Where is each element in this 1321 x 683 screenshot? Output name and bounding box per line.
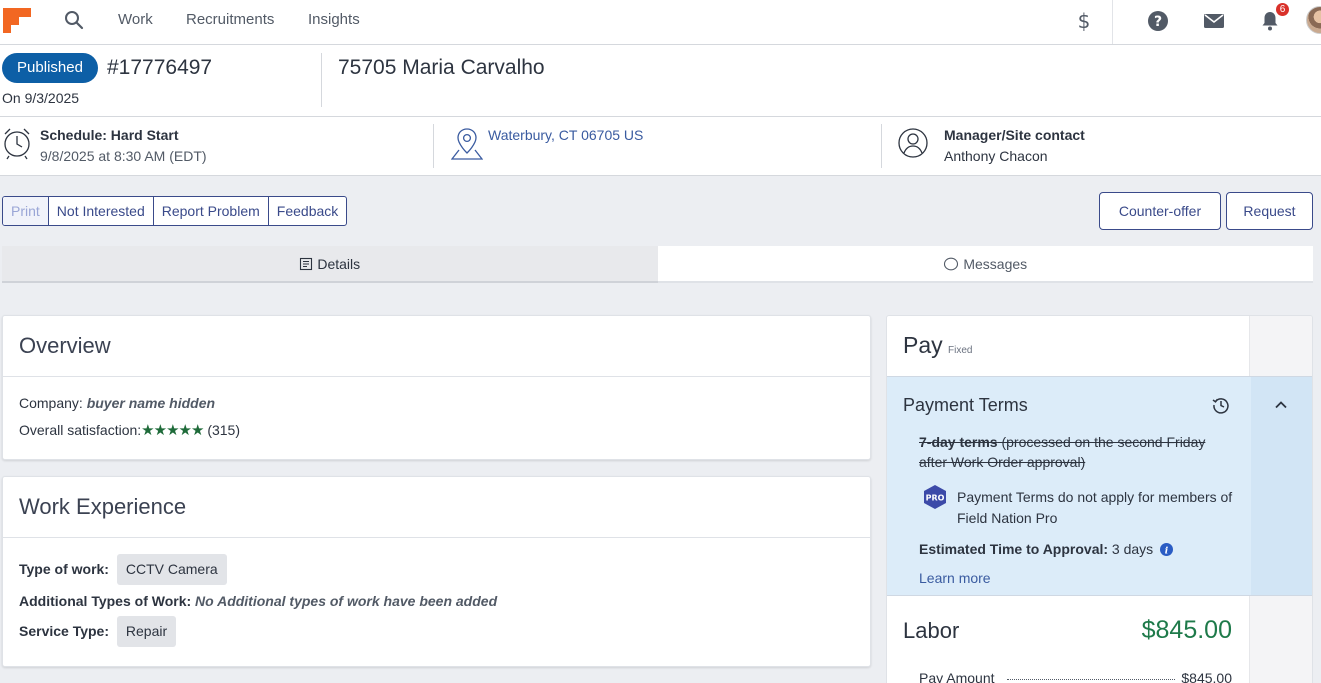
contact-title: Manager/Site contact [944, 127, 1085, 143]
report-problem-button[interactable]: Report Problem [154, 197, 269, 225]
avatar[interactable] [1306, 6, 1321, 34]
info-divider [881, 124, 882, 168]
additional-types-line: Additional Types of Work: No Additional … [19, 593, 497, 609]
pro-badge-icon: PRO [924, 485, 946, 509]
header-divider [321, 53, 322, 107]
type-of-work-line: Type of work: CCTV Camera [19, 554, 227, 585]
print-button[interactable]: Print [3, 197, 49, 225]
published-date: On 9/3/2025 [2, 90, 80, 106]
satisfaction-label: Overall satisfaction: [19, 422, 142, 438]
counter-offer-button[interactable]: Counter-offer [1099, 192, 1221, 230]
tab-messages[interactable]: Messages [657, 246, 1313, 283]
card-divider [3, 537, 870, 538]
company-value: buyer name hidden [86, 395, 216, 411]
schedule-title: Schedule: Hard Start [40, 127, 179, 143]
logo-icon[interactable] [3, 6, 31, 34]
tab-details-label: Details [317, 255, 361, 272]
person-icon [898, 128, 928, 158]
work-experience-title: Work Experience [19, 494, 187, 519]
overview-card: Overview Company: buyer name hidden Over… [2, 315, 871, 460]
overview-title: Overview [19, 333, 111, 358]
additional-types-value: No Additional types of work have been ad… [195, 593, 498, 609]
help-icon[interactable]: ? [1146, 9, 1170, 33]
satisfaction-line: Overall satisfaction:★★★★★ (315) [19, 421, 240, 439]
rating-count[interactable]: (315) [207, 422, 240, 438]
search-icon[interactable] [64, 10, 84, 30]
star-rating: ★★★★★ [141, 422, 204, 439]
request-button[interactable]: Request [1226, 192, 1313, 230]
schedule-time: 9/8/2025 at 8:30 AM (EDT) [40, 148, 207, 164]
company-label: Company: [19, 395, 83, 411]
service-type-chip: Repair [116, 616, 177, 647]
info-divider [433, 124, 434, 168]
eta-line: Estimated Time to Approval: 3 days i [919, 541, 1174, 557]
feedback-button[interactable]: Feedback [269, 197, 346, 225]
svg-text:?: ? [1154, 14, 1162, 30]
type-of-work-label: Type of work: [19, 561, 109, 577]
info-icon[interactable]: i [1160, 543, 1174, 557]
service-type-line: Service Type: Repair [19, 616, 177, 647]
pay-amount-label: Pay Amount [919, 670, 995, 683]
dotted-leader [1007, 679, 1175, 680]
payment-terms-title: Payment Terms [903, 395, 1028, 415]
card-divider [3, 376, 870, 377]
additional-types-label: Additional Types of Work: [19, 593, 192, 609]
pay-panel: Pay Fixed Payment Terms 7-day terms (pro… [886, 315, 1313, 683]
payment-terms-struck: 7-day terms (processed on the second Fri… [919, 432, 1229, 472]
location-link[interactable]: Waterbury, CT 06705 US [488, 127, 643, 143]
eta-label: Estimated Time to Approval: [919, 541, 1109, 557]
notification-badge: 6 [1276, 3, 1289, 16]
contact-name: Anthony Chacon [944, 148, 1048, 164]
nav-work[interactable]: Work [118, 11, 153, 28]
pay-type: Fixed [948, 345, 973, 356]
pro-note: Payment Terms do not apply for members o… [957, 489, 1233, 526]
pay-title: Pay [903, 332, 943, 358]
alarm-clock-icon [4, 128, 30, 160]
action-button-group: Print Not Interested Report Problem Feed… [2, 196, 348, 226]
mail-icon[interactable] [1202, 9, 1226, 33]
type-of-work-chip: CCTV Camera [116, 554, 227, 585]
nav-insights[interactable]: Insights [308, 11, 360, 28]
tab-bar: Details Messages [2, 246, 1313, 283]
work-experience-card: Work Experience Type of work: CCTV Camer… [2, 476, 871, 667]
message-icon [944, 257, 959, 270]
chevron-up-icon[interactable] [1273, 397, 1289, 413]
svg-text:$: $ [1078, 9, 1091, 33]
labor-value: $845.00 [1141, 616, 1232, 644]
nav-recruitments[interactable]: Recruitments [186, 11, 274, 28]
svg-text:i: i [1165, 547, 1169, 557]
payment-terms-section: Payment Terms 7-day terms (processed on … [887, 376, 1312, 596]
labor-label: Labor [903, 618, 960, 643]
service-type-label: Service Type: [19, 623, 110, 639]
map-pin-icon [451, 128, 483, 160]
eta-value: 3 days [1108, 541, 1154, 557]
not-interested-button[interactable]: Not Interested [49, 197, 154, 225]
nav-divider [1112, 0, 1113, 44]
terms-bold: 7-day terms [919, 434, 998, 450]
svg-text:PRO: PRO [926, 494, 945, 503]
status-badge: Published [2, 53, 98, 83]
tab-details[interactable]: Details [2, 246, 658, 283]
learn-more-link[interactable]: Learn more [919, 570, 991, 586]
page-title: 75705 Maria Carvalho [338, 56, 545, 79]
details-icon [300, 257, 313, 270]
work-order-header: Published #17776497 On 9/3/2025 75705 Ma… [0, 45, 1321, 117]
tab-messages-label: Messages [963, 255, 1028, 272]
company-line: Company: buyer name hidden [19, 395, 215, 411]
top-nav: Work Recruitments Insights $ ? 6 [0, 0, 1321, 45]
dollar-icon[interactable]: $ [1072, 9, 1096, 33]
pay-amount-value: $845.00 [1181, 670, 1232, 683]
work-order-id: #17776497 [107, 56, 213, 79]
history-icon[interactable] [1211, 395, 1231, 415]
info-row: Schedule: Hard Start 9/8/2025 at 8:30 AM… [0, 117, 1321, 176]
